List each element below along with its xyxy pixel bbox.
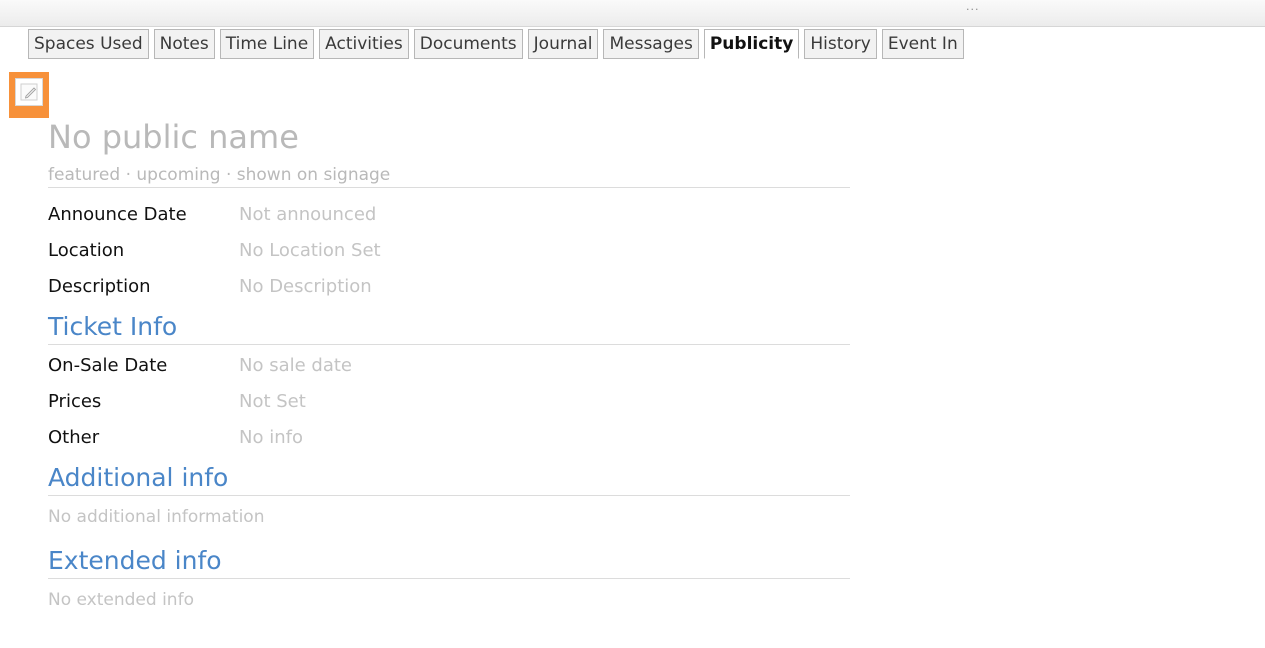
ticket-info-heading: Ticket Info [48,312,178,341]
extended-info-value: No extended info [48,590,194,610]
publicity-details: Announce Date Not announced Location No … [48,202,850,310]
on-sale-date-row: On-Sale Date No sale date [48,353,850,389]
location-label: Location [48,240,125,261]
announce-date-value: Not announced [239,204,377,225]
tab-spaces-used[interactable]: Spaces Used [28,29,149,59]
tab-documents[interactable]: Documents [413,29,523,59]
location-row: Location No Location Set [48,238,850,274]
prices-value: Not Set [239,391,306,412]
tab-time-line[interactable]: Time Line [219,29,315,59]
divider [48,187,850,188]
prices-label: Prices [48,391,102,412]
ticket-details: On-Sale Date No sale date Prices Not Set… [48,353,850,461]
other-row: Other No info [48,425,850,461]
tab-bar: Spaces Used Notes Time Line Activities D… [28,29,964,61]
divider [48,495,850,496]
edit-button[interactable] [9,72,49,118]
tab-event-info[interactable]: Event In [881,29,964,59]
prices-row: Prices Not Set [48,389,850,425]
description-row: Description No Description [48,274,850,310]
divider [48,578,850,579]
tab-messages[interactable]: Messages [603,29,699,59]
tab-publicity[interactable]: Publicity [703,29,800,59]
tab-history[interactable]: History [804,29,877,59]
other-value: No info [239,427,303,448]
top-toolbar: ... [0,0,1265,27]
additional-info-value: No additional information [48,507,265,527]
on-sale-date-value: No sale date [239,355,352,376]
announce-date-label: Announce Date [48,204,187,225]
divider [48,344,850,345]
public-name: No public name [48,118,299,156]
tab-notes[interactable]: Notes [153,29,215,59]
pencil-icon [15,78,43,106]
extended-info-heading: Extended info [48,546,222,575]
publicity-flags: featured · upcoming · shown on signage [48,165,391,185]
resize-grip[interactable]: ... [966,1,980,12]
other-label: Other [48,427,100,448]
announce-date-row: Announce Date Not announced [48,202,850,238]
description-value: No Description [239,276,372,297]
additional-info-heading: Additional info [48,463,229,492]
description-label: Description [48,276,151,297]
tab-activities[interactable]: Activities [319,29,409,59]
publicity-panel: No public name featured · upcoming · sho… [48,115,850,613]
tab-journal[interactable]: Journal [527,29,599,59]
on-sale-date-label: On-Sale Date [48,355,168,376]
location-value: No Location Set [239,240,381,261]
